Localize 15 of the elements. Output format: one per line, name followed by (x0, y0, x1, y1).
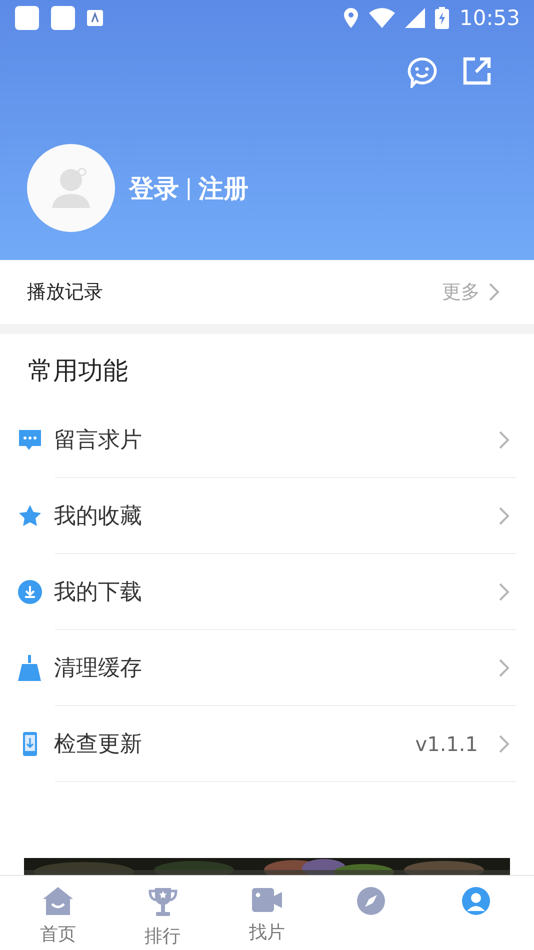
nav-tab[interactable]: 找片 (214, 876, 320, 950)
menu-item[interactable]: 我的下载 (0, 554, 534, 630)
separator: | (185, 176, 192, 200)
menu-item[interactable]: 清理缓存 (0, 630, 534, 706)
nav-tab[interactable]: 排行 (110, 876, 215, 950)
menu-item[interactable]: 我的收藏 (0, 478, 534, 554)
section-title: 播放记录 (27, 280, 104, 305)
menu-item[interactable]: 留言求片 (0, 402, 534, 478)
login-link[interactable]: 登录 (129, 172, 179, 204)
menu-item[interactable]: 检查更新 v1.1.1 (0, 706, 534, 782)
section-heading: 常用功能 (27, 355, 129, 387)
more-link[interactable]: 更多 (442, 279, 500, 305)
nav-tab[interactable]: 首页 (6, 876, 110, 950)
clock: 10:53 (459, 6, 520, 30)
register-link[interactable]: 注册 (198, 172, 248, 204)
